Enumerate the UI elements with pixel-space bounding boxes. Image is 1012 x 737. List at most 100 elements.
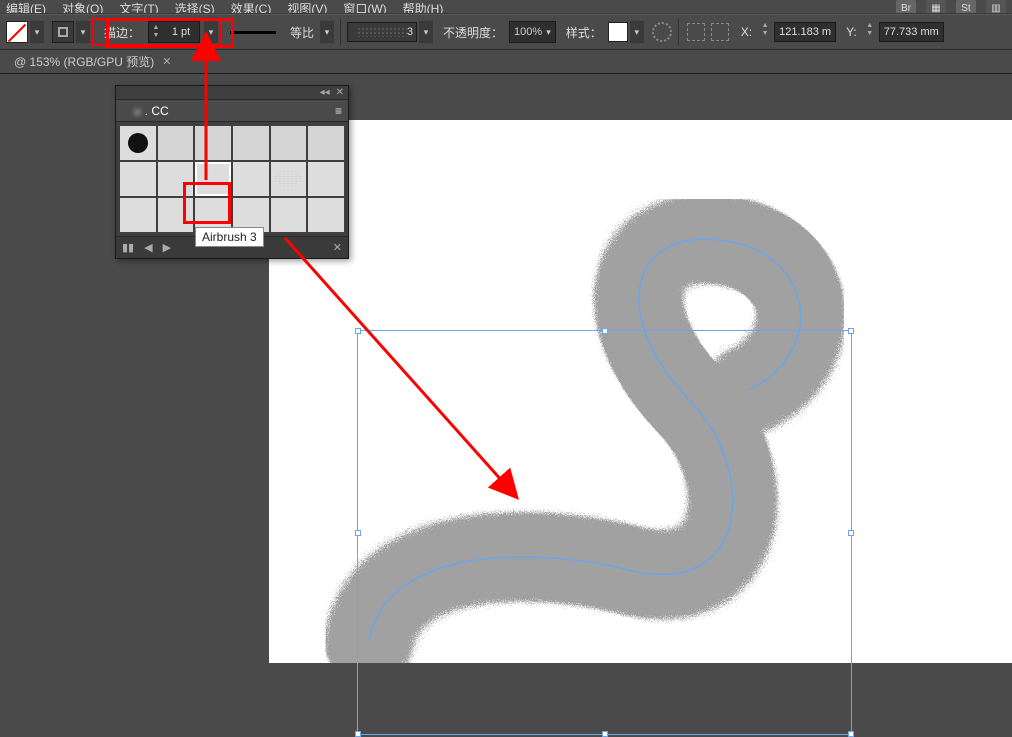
stroke-dropdown-icon[interactable]: ▾ (76, 21, 90, 43)
stroke-swatch[interactable] (52, 21, 74, 43)
watermark: Baid 经验 jingyan.baidu.com (866, 592, 994, 639)
panel-title-suffix: . CC (145, 104, 169, 118)
stroke-preview (230, 31, 280, 34)
x-label: X: (741, 25, 752, 39)
menu-window[interactable]: 窗口(W) (343, 0, 386, 14)
brush-airbrush-1[interactable] (120, 162, 156, 196)
menu-view[interactable]: 视图(V) (287, 0, 327, 14)
panel-tab[interactable]: u . CC ≡ (116, 100, 348, 122)
watermark-brand-cn: 经验 (944, 599, 994, 626)
style-label: 样式： (566, 24, 602, 41)
brush-swatch-4[interactable] (233, 126, 269, 160)
stroke-label: 描边： (104, 24, 140, 41)
fill-none-swatch[interactable] (6, 21, 28, 43)
style-dropdown[interactable]: ▾ (630, 21, 644, 43)
handle-top-mid[interactable] (602, 328, 608, 334)
transform-icon[interactable] (711, 23, 729, 41)
brush-airbrush-2[interactable] (158, 162, 194, 196)
x-up-icon[interactable]: ▲ (762, 22, 769, 30)
panel-header: ◂◂ ✕ (116, 86, 348, 100)
brush-swatch-3[interactable] (195, 126, 231, 160)
menu-effect[interactable]: 效果(C) (231, 0, 272, 14)
document-tab-title: @ 153% (RGB/GPU 预览) (14, 53, 154, 70)
fill-dropdown-icon[interactable]: ▾ (30, 21, 44, 43)
style-swatch[interactable] (608, 22, 628, 42)
stroke-swatch-group: ▾ (52, 21, 90, 43)
align-icon[interactable] (687, 23, 705, 41)
brush-airbrush-11[interactable] (271, 198, 307, 232)
menu-type[interactable]: 文字(T) (119, 0, 158, 14)
recolor-icon[interactable] (652, 22, 672, 42)
extra-app-icon[interactable]: ▥ (986, 0, 1006, 14)
opacity-value: 100% (514, 26, 542, 38)
app-icon-tray: Br ▦ St ▥ (896, 0, 1006, 14)
separator (340, 19, 341, 45)
panel-title-obscured: u (134, 104, 141, 118)
handle-top-right[interactable] (848, 328, 854, 334)
prev-icon[interactable]: ◀ (144, 241, 152, 254)
stroke-weight-dropdown[interactable]: ▾ (204, 21, 218, 43)
close-tab-icon[interactable]: ✕ (162, 55, 171, 68)
brush-swatch-2[interactable] (158, 126, 194, 160)
menu-object[interactable]: 对象(O) (62, 0, 103, 14)
handle-mid-left[interactable] (355, 530, 361, 536)
selection-bounding-box (357, 330, 852, 735)
stepper-down-icon[interactable]: ▼ (153, 32, 160, 40)
x-down-icon[interactable]: ▼ (762, 30, 769, 38)
stroke-weight-input[interactable] (163, 26, 199, 38)
watermark-brand-latin: Bai (866, 594, 916, 627)
brush-swatch-5[interactable] (271, 126, 307, 160)
x-value-field[interactable]: 121.183 m (774, 22, 836, 42)
menu-edit[interactable]: 编辑(E) (6, 0, 46, 14)
collapse-icon[interactable]: ◂◂ (320, 87, 330, 98)
close-panel-icon[interactable]: ✕ (336, 87, 344, 98)
stroke-weight-field[interactable]: ▲ ▼ (148, 21, 200, 43)
handle-bottom-right[interactable] (848, 731, 854, 737)
stock-icon[interactable]: St (956, 0, 976, 14)
panel-menu-icon[interactable]: ≡ (335, 104, 342, 118)
library-icon[interactable]: ▮▮ (122, 241, 134, 254)
profile-dropdown[interactable]: ▾ (320, 21, 334, 43)
stroke-line-icon (230, 31, 276, 34)
brush-index: 3 (407, 26, 413, 38)
brush-tooltip: Airbrush 3 (195, 227, 264, 247)
handle-top-left[interactable] (355, 328, 361, 334)
delete-brush-icon[interactable]: ✕ (333, 241, 342, 254)
brush-dropdown[interactable]: ▾ (419, 21, 433, 43)
arrange-icon[interactable]: ▦ (926, 0, 946, 14)
separator (678, 19, 679, 45)
menu-help[interactable]: 帮助(H) (403, 0, 444, 14)
profile-label: 等比 (290, 24, 314, 41)
y-label: Y: (846, 25, 857, 39)
opacity-field[interactable]: 100% ▾ (509, 21, 556, 43)
brush-airbrush-7[interactable] (120, 198, 156, 232)
handle-bottom-mid[interactable] (602, 731, 608, 737)
handle-mid-right[interactable] (848, 530, 854, 536)
brush-airbrush-6[interactable] (308, 162, 344, 196)
stepper-up-icon[interactable]: ▲ (153, 24, 160, 32)
brush-airbrush-8[interactable] (158, 198, 194, 232)
fill-swatch-group: ▾ (6, 21, 44, 43)
menu-select[interactable]: 选择(S) (175, 0, 215, 14)
document-tab-bar: @ 153% (RGB/GPU 预览) ✕ (0, 50, 1012, 74)
brush-airbrush-3-selected[interactable] (195, 162, 231, 196)
stroke-weight-highlighted: 描边： ▲ ▼ ▾ (92, 18, 222, 46)
y-value-field[interactable]: 77.733 mm (879, 22, 944, 42)
menu-bar: 编辑(E) 对象(O) 文字(T) 选择(S) 效果(C) 视图(V) 窗口(W… (0, 0, 1012, 14)
y-up-icon[interactable]: ▲ (866, 22, 873, 30)
brush-airbrush-5[interactable] (271, 162, 307, 196)
document-tab[interactable]: @ 153% (RGB/GPU 预览) ✕ (14, 53, 171, 70)
opacity-caret-icon[interactable]: ▾ (546, 27, 551, 38)
opacity-label: 不透明度： (443, 24, 503, 41)
brush-round-solid[interactable] (120, 126, 156, 160)
control-bar: ▾ ▾ 描边： ▲ ▼ ▾ 等比 ▾ 3 ▾ 不透明度： 100% ▾ 样式： … (0, 14, 1012, 50)
next-icon[interactable]: ▶ (163, 241, 171, 254)
brush-airbrush-12[interactable] (308, 198, 344, 232)
handle-bottom-left[interactable] (355, 731, 361, 737)
bridge-icon[interactable]: Br (896, 0, 916, 14)
brush-dots-icon (357, 27, 407, 37)
brush-definition-preview[interactable]: 3 (347, 22, 417, 42)
y-down-icon[interactable]: ▼ (866, 30, 873, 38)
brush-swatch-6[interactable] (308, 126, 344, 160)
brush-airbrush-4[interactable] (233, 162, 269, 196)
